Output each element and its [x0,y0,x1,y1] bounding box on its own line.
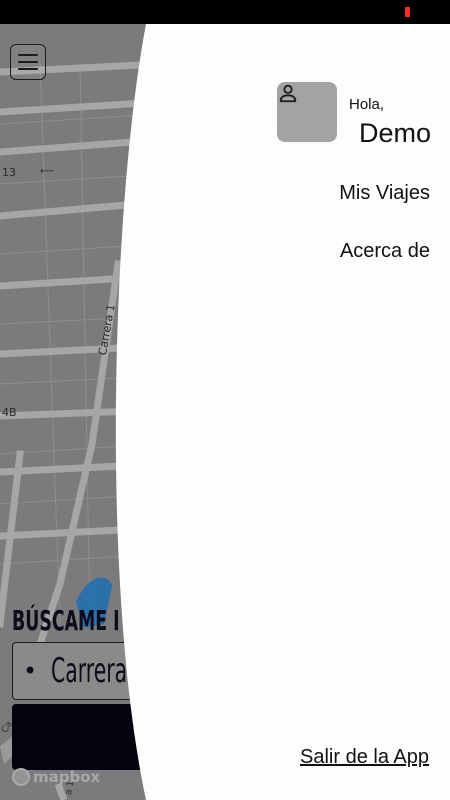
user-icon [279,84,297,103]
side-drawer: Hola, Demo Mis Viajes Acerca de Salir de… [0,24,450,800]
drawer-content: Hola, Demo Mis Viajes Acerca de Salir de… [0,24,450,800]
menu-item-about[interactable]: Acerca de [340,240,430,263]
avatar[interactable] [277,82,337,142]
status-bar [0,0,450,24]
greeting-text: Hola, [349,96,385,113]
logout-link[interactable]: Salir de la App [300,746,429,769]
menu-item-my-trips[interactable]: Mis Viajes [339,182,430,205]
battery-icon [405,7,410,17]
user-name: Demo [358,118,431,148]
